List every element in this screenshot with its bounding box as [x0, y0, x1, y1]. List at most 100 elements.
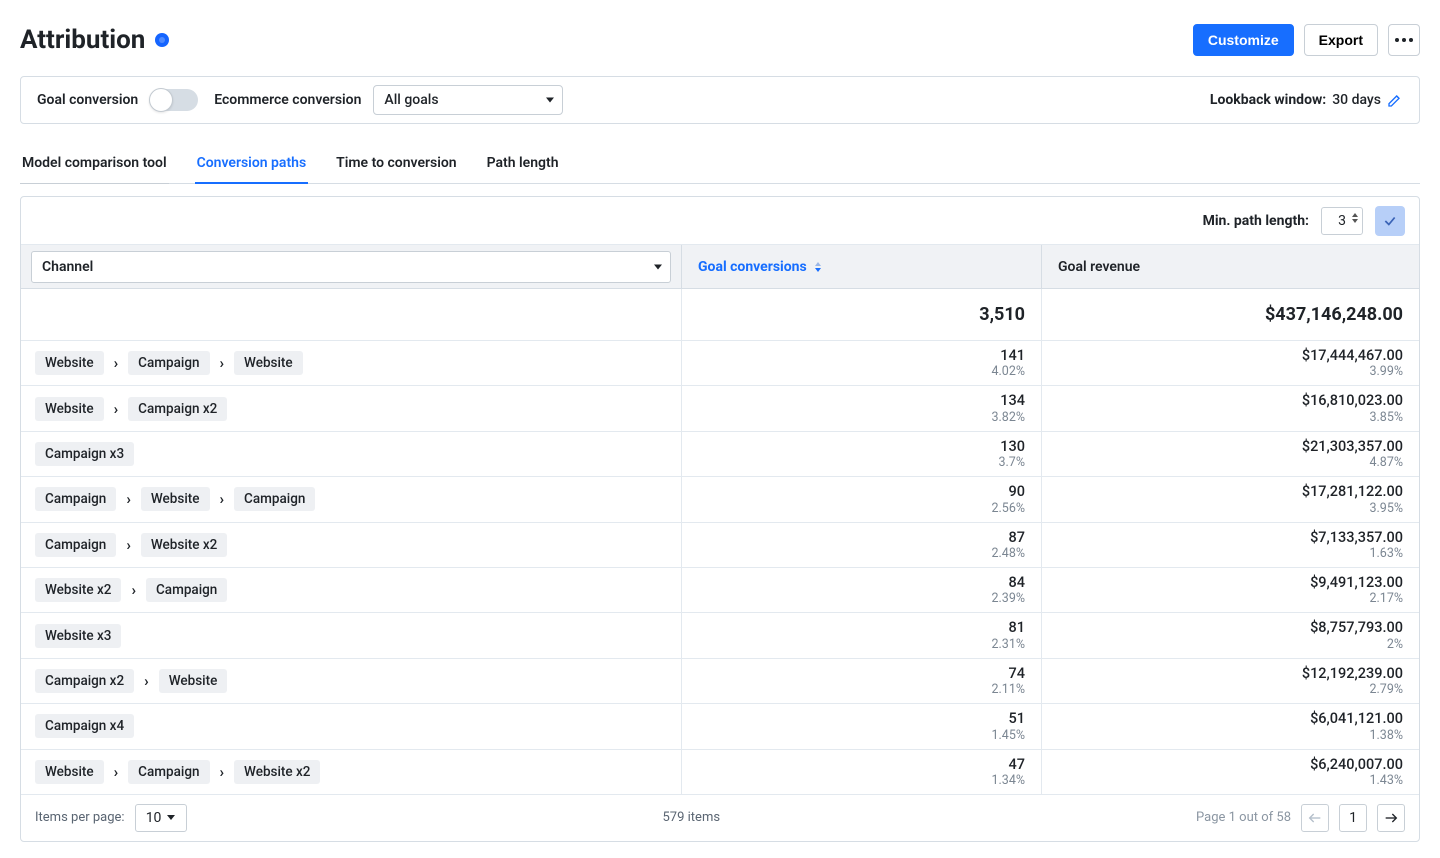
min-path-length-value: 3 [1338, 213, 1346, 229]
table-row: Campaign›Website›Campaign902.56%$17,281,… [21, 477, 1419, 522]
rev-value: $16,810,023.00 [1302, 392, 1403, 409]
tabs: Model comparison tool Conversion paths Tim… [20, 144, 1420, 184]
chevron-right-icon: › [220, 354, 225, 372]
conversions-cell: 872.48% [681, 523, 1041, 567]
rev-value: $8,757,793.00 [1310, 619, 1403, 636]
conv-value: 90 [1009, 483, 1025, 500]
conv-pct: 3.82% [991, 410, 1025, 425]
rev-value: $6,041,121.00 [1310, 710, 1403, 727]
path-cell: Campaign x3 [21, 432, 681, 476]
revenue-cell: $12,192,239.002.79% [1041, 659, 1419, 703]
conv-value: 84 [1009, 574, 1025, 591]
conversions-cell: 902.56% [681, 477, 1041, 521]
path-chip: Campaign [128, 760, 209, 784]
conv-pct: 2.56% [991, 501, 1025, 516]
path-chip: Website [159, 669, 228, 693]
chevron-right-icon: › [131, 581, 136, 599]
rev-pct: 1.63% [1369, 546, 1403, 561]
revenue-cell: $9,491,123.002.17% [1041, 568, 1419, 612]
rev-pct: 3.85% [1369, 410, 1403, 425]
check-icon [1383, 214, 1397, 228]
ellipsis-icon [1395, 38, 1413, 42]
path-chip: Campaign [35, 487, 116, 511]
conv-value: 74 [1009, 665, 1025, 682]
rev-pct: 2.17% [1369, 591, 1403, 606]
path-cell: Website›Campaign›Website [21, 341, 681, 385]
path-cell: Campaign›Website x2 [21, 523, 681, 567]
path-chip: Campaign x2 [35, 669, 134, 693]
goals-select-value: All goals [384, 92, 438, 108]
chevron-right-icon: › [114, 763, 119, 781]
items-count: 579 items [187, 810, 1196, 825]
conversions-cell: 1414.02% [681, 341, 1041, 385]
chevron-right-icon: › [220, 490, 225, 508]
conversion-toggle[interactable] [150, 89, 198, 111]
chevron-right-icon: › [114, 400, 119, 418]
sort-icon [815, 262, 821, 272]
conversions-cell: 471.34% [681, 750, 1041, 794]
items-per-page-select[interactable]: 10 [135, 804, 187, 832]
conv-pct: 1.34% [991, 773, 1025, 788]
tab-model-comparison[interactable]: Model comparison tool [20, 155, 169, 183]
tab-conversion-paths[interactable]: Conversion paths [195, 155, 309, 183]
path-chip: Website x2 [234, 760, 320, 784]
page-indicator: Page 1 out of 58 [1196, 810, 1291, 825]
min-path-length-input[interactable]: 3 [1321, 207, 1363, 235]
chevron-down-icon [167, 815, 175, 820]
tab-path-length[interactable]: Path length [485, 155, 561, 183]
table-row: Campaign x4511.45% $6,041,121.001.38% [21, 704, 1419, 749]
table-row: Website›Campaign›Website x2471.34%$6,240… [21, 750, 1419, 795]
edit-icon[interactable] [1387, 92, 1403, 108]
rev-value: $21,303,357.00 [1302, 438, 1403, 455]
conv-value: 141 [1000, 347, 1025, 364]
path-chip: Website [35, 351, 104, 375]
path-cell: Campaign x2 › Website [21, 659, 681, 703]
path-chip: Campaign [128, 351, 209, 375]
results-panel: Min. path length: 3 Channel Goal convers… [20, 196, 1420, 842]
items-per-page-label: Items per page: [35, 810, 125, 825]
chevron-right-icon: › [114, 354, 119, 372]
col-header-conversions[interactable]: Goal conversions [681, 245, 1041, 289]
chevron-right-icon: › [144, 672, 149, 690]
rev-pct: 2.79% [1369, 682, 1403, 697]
conv-pct: 2.48% [991, 546, 1025, 561]
more-menu-button[interactable] [1388, 24, 1420, 56]
table-row: Campaign x2›Website742.11%$12,192,239.00… [21, 659, 1419, 704]
filter-bar: Goal conversion Ecommerce conversion All… [20, 76, 1420, 124]
conv-value: 47 [1009, 756, 1025, 773]
tab-time-to-conversion[interactable]: Time to conversion [334, 155, 458, 183]
chevron-down-icon [546, 98, 554, 103]
conv-value: 81 [1009, 619, 1025, 636]
prev-page-button[interactable] [1301, 804, 1329, 832]
current-page-input[interactable]: 1 [1339, 804, 1367, 832]
conv-pct: 4.02% [991, 364, 1025, 379]
customize-button[interactable]: Customize [1193, 24, 1294, 56]
revenue-cell: $17,444,467.003.99% [1041, 341, 1419, 385]
current-page-value: 1 [1349, 810, 1357, 826]
channel-column-select[interactable]: Channel [31, 251, 671, 283]
conv-value: 130 [1000, 438, 1025, 455]
export-button[interactable]: Export [1304, 24, 1378, 56]
path-cell: Campaign x4 [21, 704, 681, 748]
conversions-cell: 511.45% [681, 704, 1041, 748]
revenue-cell: $6,240,007.001.43% [1041, 750, 1419, 794]
apply-min-path-button[interactable] [1375, 206, 1405, 236]
lookback-label: Lookback window: [1210, 92, 1326, 108]
rev-pct: 1.43% [1369, 773, 1403, 788]
next-page-button[interactable] [1377, 804, 1405, 832]
conversions-cell: 1303.7% [681, 432, 1041, 476]
goals-select[interactable]: All goals [373, 85, 563, 115]
col-header-revenue[interactable]: Goal revenue [1041, 245, 1419, 289]
chevron-down-icon [654, 265, 662, 270]
table-row: Campaign›Website x2872.48%$7,133,357.001… [21, 523, 1419, 568]
path-chip: Website [141, 487, 210, 511]
total-conversions: 3,510 [681, 289, 1041, 340]
rev-value: $17,444,467.00 [1302, 347, 1403, 364]
ecommerce-conversion-label: Ecommerce conversion [214, 92, 361, 108]
rev-value: $12,192,239.00 [1302, 665, 1403, 682]
chevron-right-icon: › [126, 490, 131, 508]
path-chip: Website x2 [35, 578, 121, 602]
conversions-cell: 812.31% [681, 613, 1041, 657]
rev-pct: 1.38% [1369, 728, 1403, 743]
path-chip: Campaign [146, 578, 227, 602]
